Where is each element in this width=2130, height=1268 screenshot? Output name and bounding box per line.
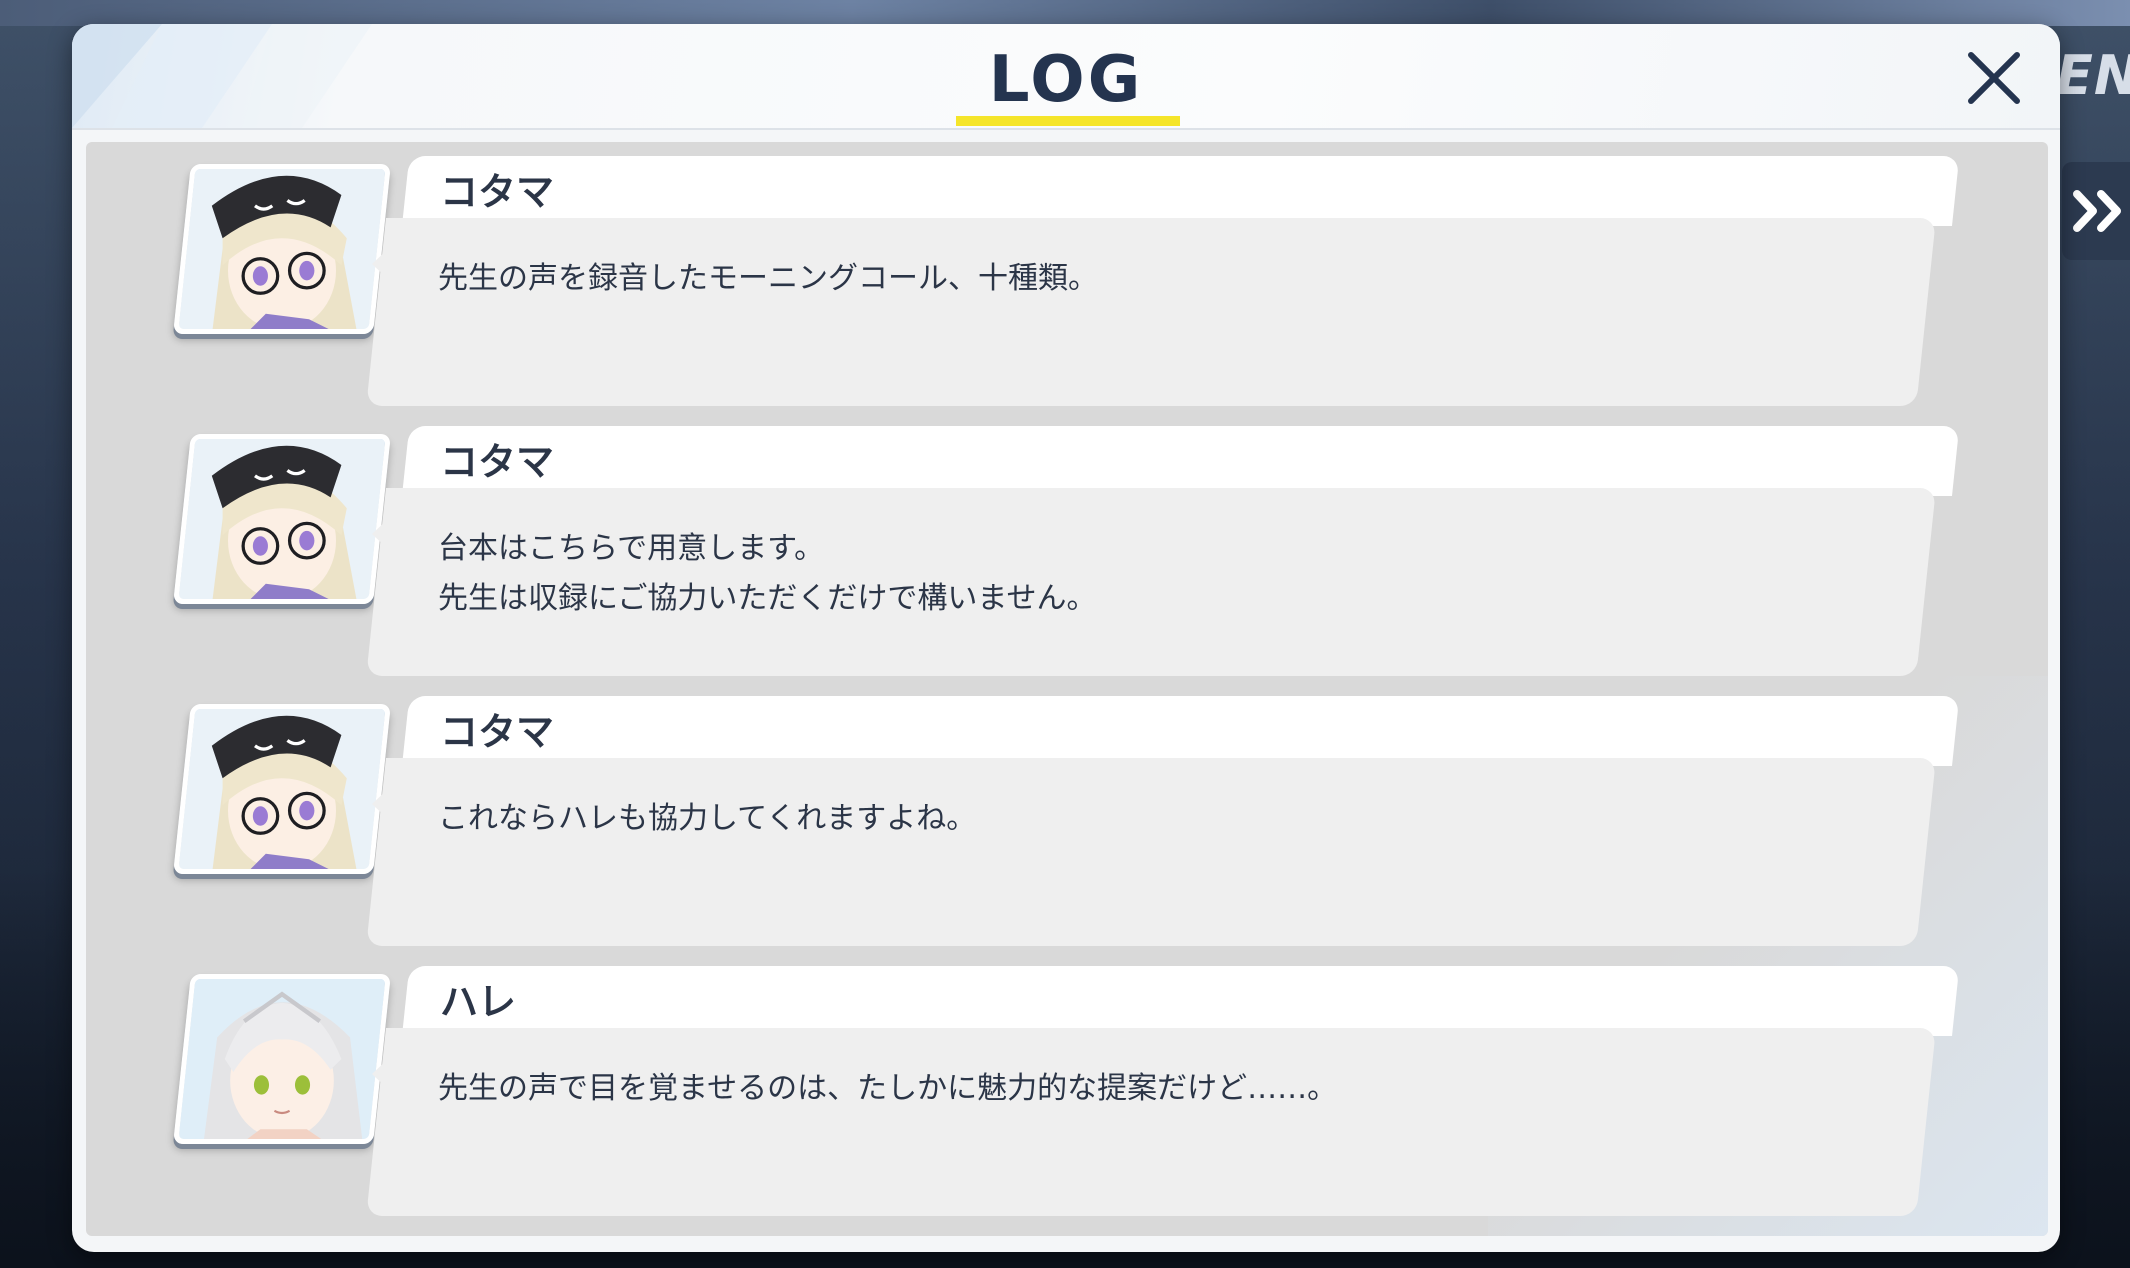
speaker-name: コタマ xyxy=(440,170,555,214)
title-underline xyxy=(956,116,1180,126)
kotama-portrait-icon xyxy=(179,164,385,334)
speaker-name-bar xyxy=(402,966,1960,1036)
log-entry: ハレ 先生の声で目を覚ませるのは、たしかに魅力的な提案だけど……。 xyxy=(86,966,2048,1236)
message-text: 台本はこちらで用意します。 先生は収録にご協力いただくだけで構いません。 xyxy=(438,531,1097,616)
message-box xyxy=(366,218,1936,406)
message-text: 先生の声で目を覚ませるのは、たしかに魅力的な提案だけど……。 xyxy=(438,1071,1338,1106)
log-list[interactable]: コタマ 先生の声を録音したモーニングコール、十種類。 コタマ 台本はこちらで用意… xyxy=(86,142,2048,1236)
log-panel: LOG コタマ 先生の声を録音したモーニングコール、十種類。 コタマ 台本はこち… xyxy=(72,24,2060,1252)
menu-button-text[interactable]: ENU xyxy=(2056,44,2130,107)
close-icon xyxy=(1968,52,2020,104)
message-box xyxy=(366,758,1936,946)
log-title: LOG xyxy=(988,43,1144,117)
log-entry: コタマ これならハレも協力してくれますよね。 xyxy=(86,696,2048,966)
speaker-name-bar xyxy=(402,696,1960,766)
speaker-avatar-kotama xyxy=(173,164,391,334)
kotama-portrait-icon xyxy=(179,704,385,874)
speaker-name: コタマ xyxy=(440,710,555,754)
log-entry: コタマ 台本はこちらで用意します。 先生は収録にご協力いただくだけで構いません。 xyxy=(86,426,2048,696)
speaker-name: ハレ xyxy=(440,980,517,1024)
message-text: 先生の声を録音したモーニングコール、十種類。 xyxy=(438,261,1098,296)
message-text: これならハレも協力してくれますよね。 xyxy=(438,801,977,836)
hare-portrait-icon xyxy=(179,974,385,1144)
speaker-avatar-kotama xyxy=(173,704,391,874)
message-box xyxy=(366,1028,1936,1216)
speaker-name: コタマ xyxy=(440,440,555,484)
speaker-avatar-kotama xyxy=(173,434,391,604)
kotama-portrait-icon xyxy=(179,434,385,604)
log-entry: コタマ 先生の声を録音したモーニングコール、十種類。 xyxy=(86,156,2048,426)
close-button[interactable] xyxy=(1958,42,2030,114)
log-header: LOG xyxy=(72,24,2060,130)
fast-forward-icon xyxy=(2073,190,2121,232)
skip-button[interactable] xyxy=(2062,162,2130,260)
background-top-stripe xyxy=(0,0,2130,26)
speaker-avatar-hare xyxy=(173,974,391,1144)
speaker-name-bar xyxy=(402,156,1960,226)
speaker-name-bar xyxy=(402,426,1960,496)
